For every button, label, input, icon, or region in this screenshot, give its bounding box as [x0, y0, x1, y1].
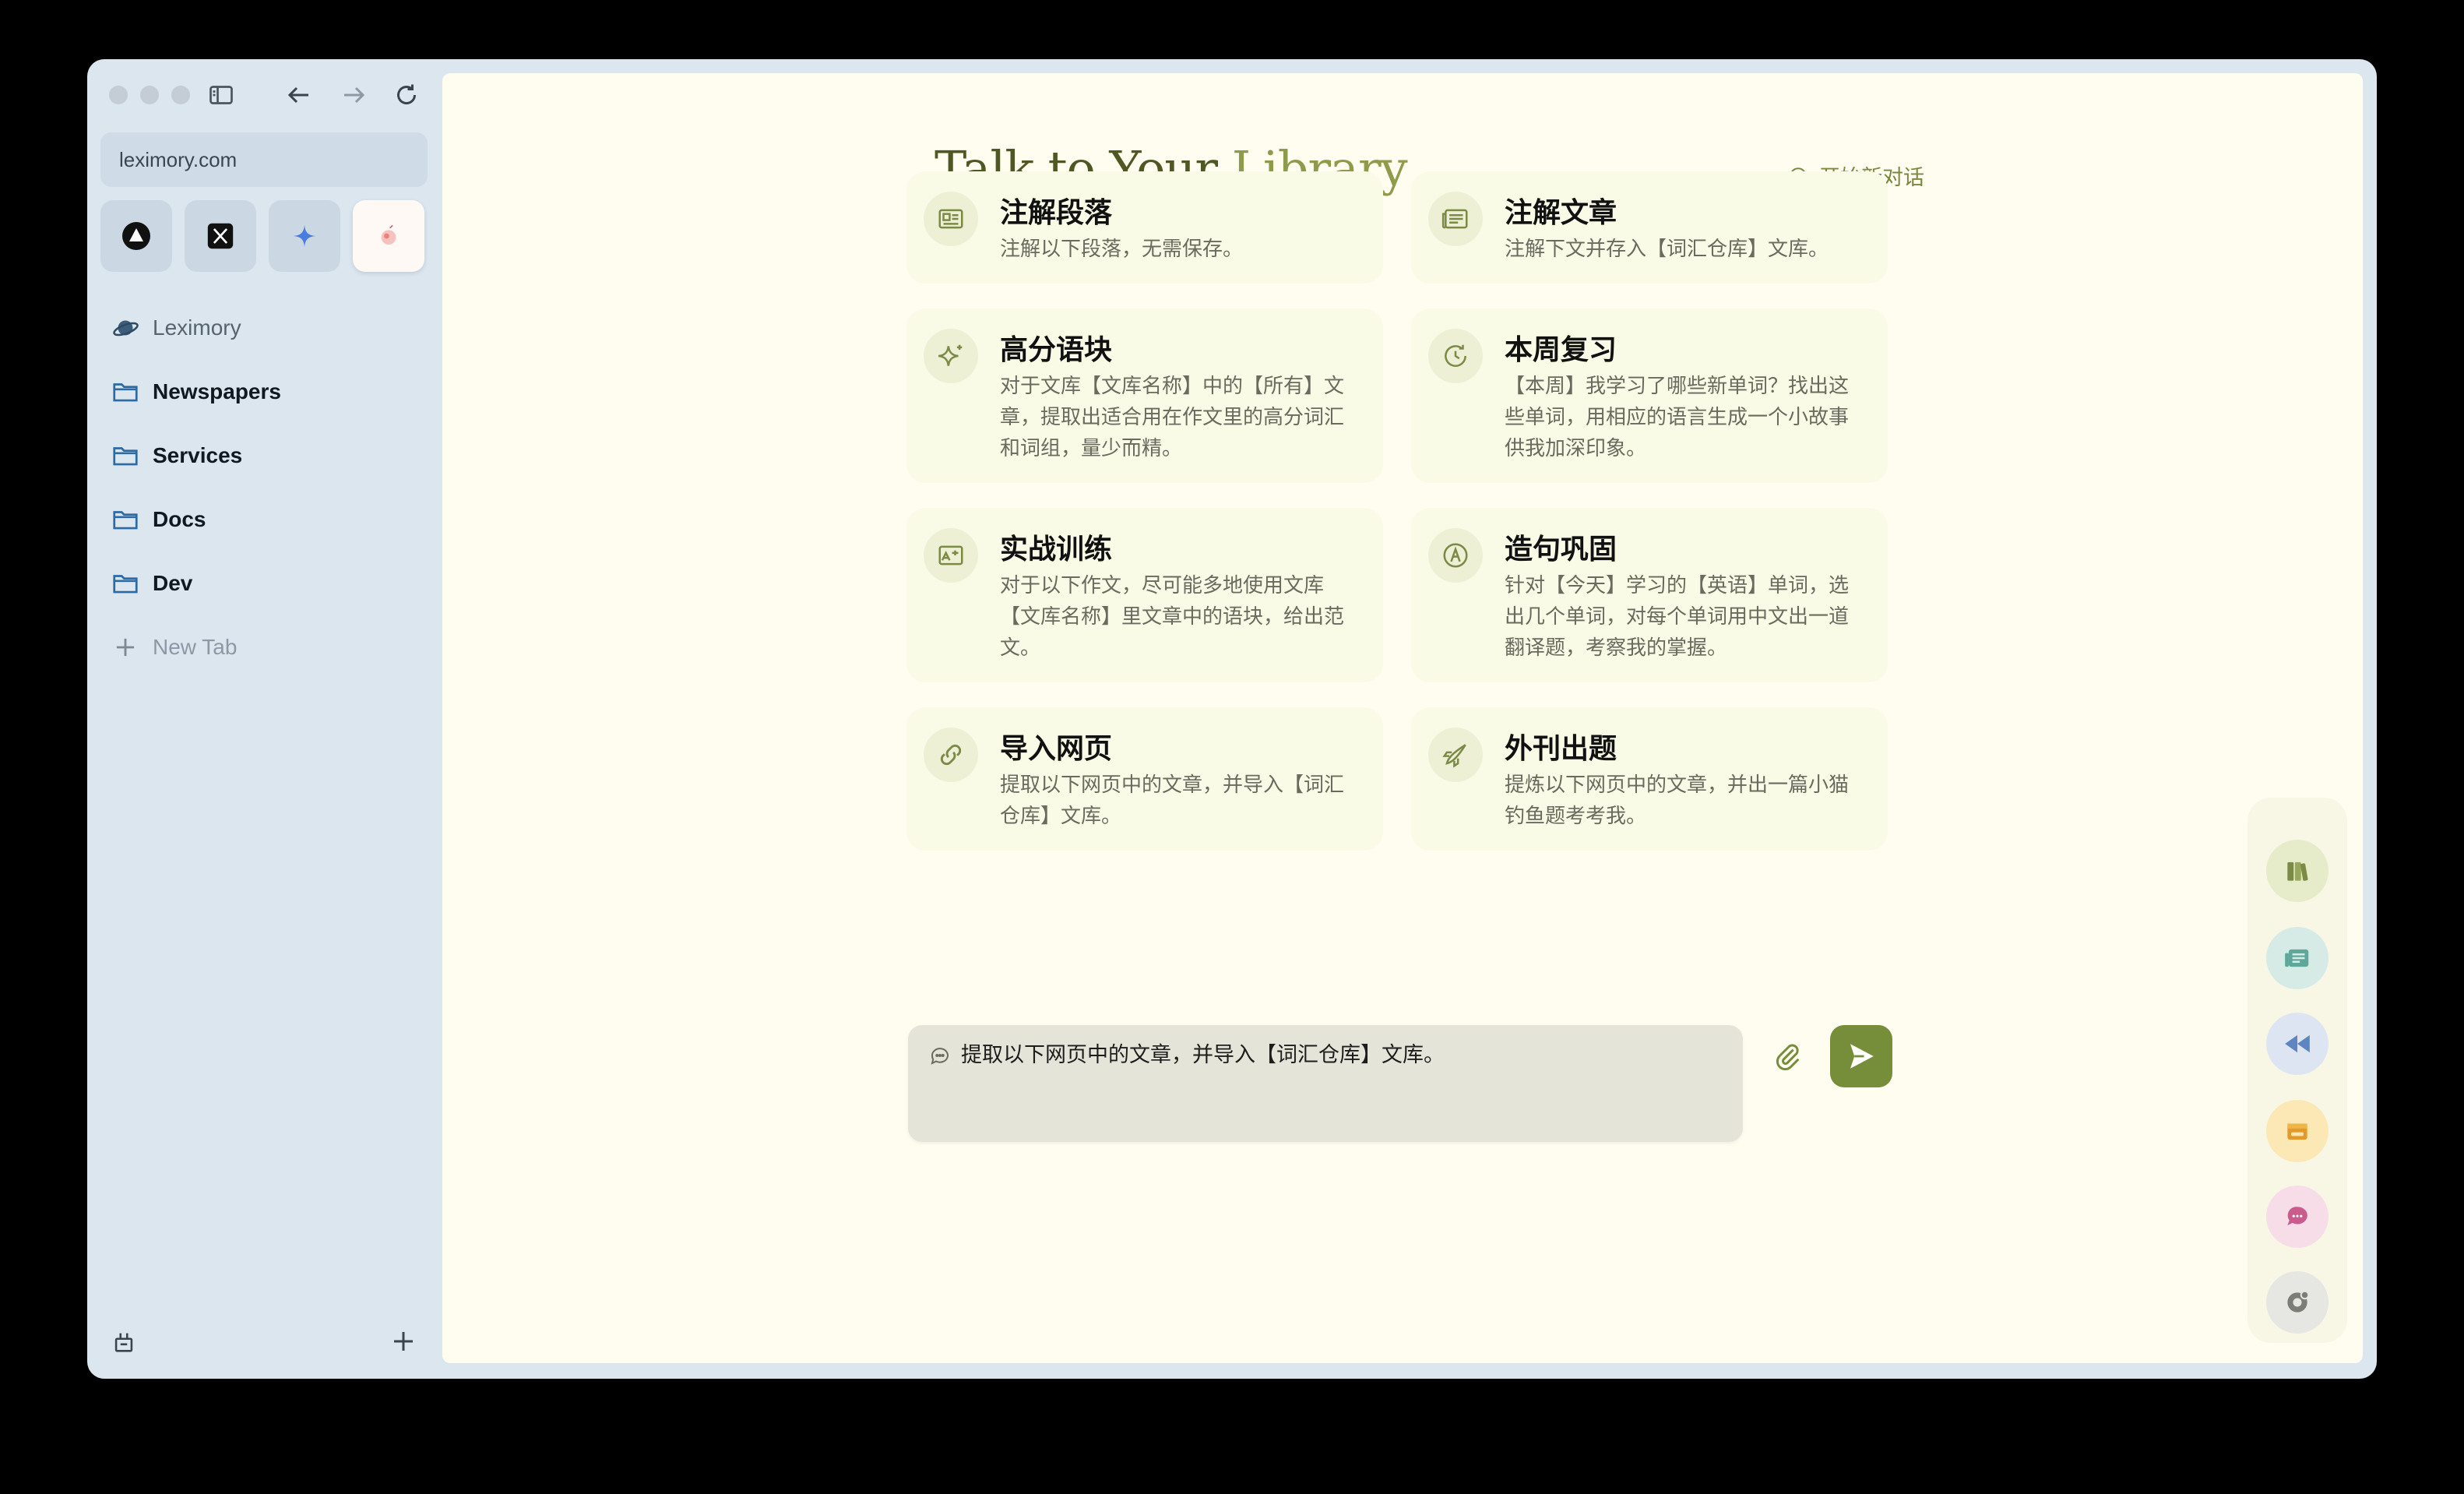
prompt-card[interactable]: 外刊出题 提炼以下网页中的文章，并出一篇小猫钓鱼题考考我。 [1411, 707, 1888, 851]
chat-icon [2287, 1207, 2307, 1226]
sidebar-item-leximory[interactable]: Leximory [111, 296, 430, 360]
books-icon [2287, 862, 2308, 881]
card-title: 注解文章 [1505, 196, 1617, 229]
review-button[interactable] [2266, 1013, 2328, 1075]
card-title: 注解段落 [1000, 196, 1113, 229]
folder-icon [113, 511, 138, 530]
settings-button[interactable] [2266, 1271, 2328, 1334]
send-icon [1850, 1044, 1874, 1069]
main-content: Talk to Your Library 开始新对话 注解段落 注解以下段落，无… [442, 73, 2363, 1363]
favorite-gemini[interactable] [269, 200, 340, 272]
card-description: 提炼以下网页中的文章，并出一篇小猫钓鱼题考考我。 [1505, 773, 1850, 828]
prompt-card[interactable]: 高分语块 对于文库【文库名称】中的【所有】文章，提取出适合用在作文里的高分词汇和… [906, 308, 1383, 483]
card-description: 针对【今天】学习的【英语】单词，选出几个单词，对每个单词用中文出一道翻译题，考察… [1505, 574, 1850, 660]
sparkles-icon [924, 329, 978, 383]
sidebar-nav: Leximory Newspapers Services Docs Dev Ne… [111, 296, 430, 679]
chat-button[interactable] [2266, 1186, 2328, 1248]
sidebar-item-label: Docs [153, 507, 206, 531]
new-tab-button[interactable]: New Tab [111, 615, 430, 679]
card-description: 对于文库【文库名称】中的【所有】文章，提取出适合用在作文里的高分词汇和词组，量少… [1000, 375, 1345, 460]
card-description: 对于以下作文，尽可能多地使用文库【文库名称】里文章中的语块，给出范文。 [1000, 574, 1345, 660]
card-title: 造句巩固 [1505, 533, 1617, 566]
card-title: 实战训练 [1000, 533, 1113, 566]
card-title: 本周复习 [1505, 333, 1617, 366]
card-title: 高分语块 [1000, 333, 1113, 366]
folder-icon [113, 383, 138, 402]
paperclip-icon[interactable] [1772, 1041, 1804, 1072]
card-description: 注解下文并存入【词汇仓库】文库。 [1505, 238, 1829, 261]
browser-window: leximory.com Leximory Newspapers Service… [87, 59, 2377, 1379]
zoom-window-button[interactable] [171, 86, 190, 104]
prompt-input-text: 提取以下网页中的文章，并导入【词汇仓库】文库。 [961, 1043, 1445, 1067]
image-text-icon [924, 528, 978, 583]
sidebar-item-dev[interactable]: Dev [111, 551, 430, 615]
news-icon [924, 192, 978, 246]
clock-icon [1428, 329, 1483, 383]
newspaper-icon [2285, 949, 2309, 967]
settings-icon [2287, 1290, 2310, 1313]
store-icon [2287, 1123, 2307, 1140]
sidebar-item-docs[interactable]: Docs [111, 488, 430, 551]
window-controls [109, 86, 190, 104]
add-space-icon[interactable] [389, 1327, 417, 1355]
leximory-logo-icon [381, 224, 396, 245]
favorite-x[interactable] [185, 200, 256, 272]
plus-icon [116, 638, 135, 657]
library-button[interactable] [2266, 840, 2328, 902]
prompt-card[interactable]: 本周复习 【本周】我学习了哪些新单词？找出这些单词，用相应的语言生成一个小故事供… [1411, 308, 1888, 483]
forward-arrow-icon[interactable] [338, 79, 369, 111]
prompt-card[interactable]: 注解文章 注解下文并存入【词汇仓库】文库。 [1411, 171, 1888, 284]
sidebar-item-services[interactable]: Services [111, 424, 430, 488]
sidebar-item-label: Services [153, 443, 243, 467]
url-bar[interactable]: leximory.com [100, 132, 428, 187]
pinned-favorites [100, 200, 424, 272]
sidebar: leximory.com Leximory Newspapers Service… [87, 59, 439, 1379]
card-title: 导入网页 [1000, 732, 1113, 765]
card-title: 外刊出题 [1505, 732, 1617, 765]
favorite-leximory[interactable] [353, 200, 424, 272]
sidebar-item-newspapers[interactable]: Newspapers [111, 360, 430, 424]
prompt-card[interactable]: 造句巩固 针对【今天】学习的【英语】单词，选出几个单词，对每个单词用中文出一道翻… [1411, 508, 1888, 682]
card-description: 注解以下段落，无需保存。 [1000, 238, 1244, 261]
minimize-window-button[interactable] [140, 86, 159, 104]
sidebar-item-label: New Tab [153, 635, 238, 659]
chat-bubble-icon [931, 1048, 949, 1065]
link-icon [924, 728, 978, 782]
card-description: 提取以下网页中的文章，并导入【词汇仓库】文库。 [1000, 773, 1345, 828]
x-logo-icon [207, 223, 234, 249]
folder-icon [113, 447, 138, 466]
prompt-card[interactable]: 导入网页 提取以下网页中的文章，并导入【词汇仓库】文库。 [906, 707, 1383, 851]
archive-icon[interactable] [111, 1329, 137, 1355]
card-description: 【本周】我学习了哪些新单词？找出这些单词，用相应的语言生成一个小故事供我加深印象… [1505, 375, 1850, 460]
sidebar-item-label: Leximory [153, 315, 241, 340]
prompt-card[interactable]: 实战训练 对于以下作文，尽可能多地使用文库【文库名称】里文章中的语块，给出范文。 [906, 508, 1383, 682]
sidebar-item-label: Dev [153, 571, 193, 595]
close-window-button[interactable] [109, 86, 128, 104]
prompt-input[interactable]: 提取以下网页中的文章，并导入【词汇仓库】文库。 [908, 1025, 1743, 1142]
rewind-icon [2285, 1034, 2310, 1053]
pen-circle-icon [1428, 528, 1483, 583]
articles-button[interactable] [2266, 927, 2328, 989]
reload-icon[interactable] [391, 79, 422, 111]
send-button[interactable] [1830, 1025, 1892, 1087]
rocket-icon [1428, 728, 1483, 782]
folder-icon [113, 575, 138, 594]
sidebar-toggle-icon[interactable] [206, 79, 237, 111]
back-arrow-icon[interactable] [283, 79, 315, 111]
sparkle-icon [293, 224, 316, 248]
planet-icon [113, 320, 139, 337]
triangle-circle-icon [122, 222, 150, 250]
favorite-triangle[interactable] [100, 200, 172, 272]
right-toolbar [2248, 798, 2347, 1343]
prompt-card[interactable]: 注解段落 注解以下段落，无需保存。 [906, 171, 1383, 284]
store-button[interactable] [2266, 1100, 2328, 1162]
article-icon [1428, 192, 1483, 246]
sidebar-item-label: Newspapers [153, 379, 281, 403]
